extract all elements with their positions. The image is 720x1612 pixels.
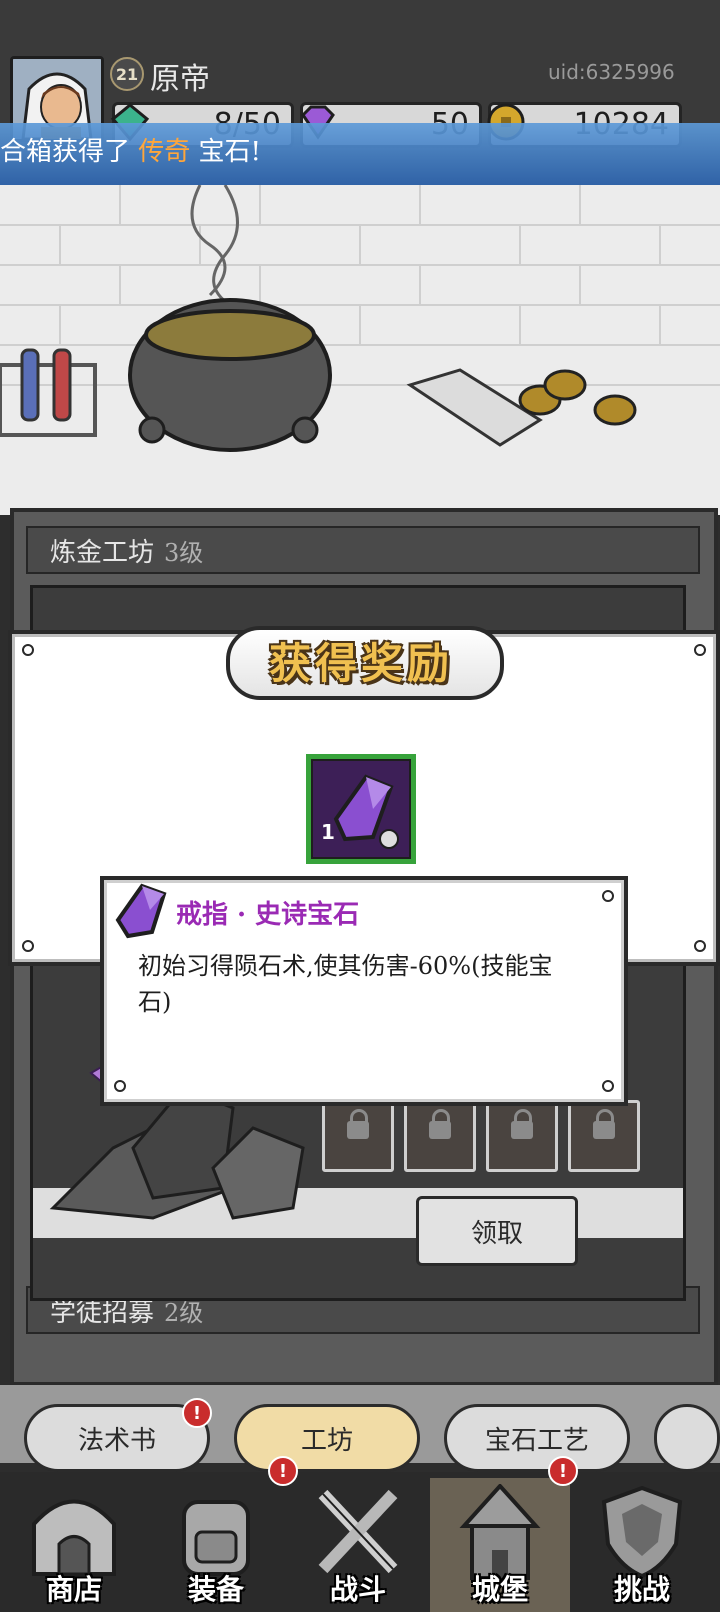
section-title-text: 学徒招募 xyxy=(50,1298,155,1328)
nav-label: 商店 xyxy=(45,1573,102,1606)
section-level: 2级 xyxy=(164,1299,204,1327)
section-level: 3级 xyxy=(164,539,204,567)
nav-label: 挑战 xyxy=(613,1573,670,1606)
lock-icon xyxy=(347,1109,369,1139)
tooltip-rivet xyxy=(602,1080,614,1092)
section-title-text: 炼金工坊 xyxy=(50,538,155,568)
epic-gem-icon xyxy=(115,883,167,939)
player-name: 原帝 xyxy=(150,62,210,97)
nav-label: 城堡 xyxy=(471,1573,528,1606)
lock-icon xyxy=(429,1109,451,1139)
banner-highlight: 传奇 xyxy=(138,137,191,167)
banner-prefix: 合箱获得了 xyxy=(0,137,139,167)
gem-slot-locked[interactable] xyxy=(404,1100,476,1172)
dialog-rivet xyxy=(694,940,706,952)
lock-icon xyxy=(593,1109,615,1139)
nav-castle[interactable]: 城堡 xyxy=(430,1478,570,1612)
lock-icon xyxy=(511,1109,533,1139)
gem-slot-locked[interactable] xyxy=(322,1100,394,1172)
dialog-rivet xyxy=(694,644,706,656)
tab-workshop[interactable]: 工坊 xyxy=(234,1404,420,1472)
reward-title: 获得奖励 xyxy=(268,639,453,688)
tab-spellbook-badge: ! xyxy=(182,1398,212,1428)
alchemy-scene xyxy=(0,185,720,515)
shop-hut-icon xyxy=(32,1499,116,1576)
purple-crystal-icon xyxy=(333,774,399,849)
dialog-rivet xyxy=(22,940,34,952)
dialog-rivet xyxy=(22,644,34,656)
reward-item-count: 1 xyxy=(321,820,335,844)
nav-shop[interactable]: 商店 xyxy=(4,1478,144,1612)
crossed-swords-icon xyxy=(318,1489,398,1574)
nav-label: 装备 xyxy=(187,1573,244,1606)
gem-slot-locked[interactable] xyxy=(486,1100,558,1172)
tooltip-title: 戒指 · 史诗宝石 xyxy=(176,900,360,930)
gem-slot-locked[interactable] xyxy=(568,1100,640,1172)
tab-more[interactable] xyxy=(654,1404,720,1472)
collect-button[interactable]: 领取 xyxy=(416,1196,578,1266)
tooltip-rivet xyxy=(114,1080,126,1092)
backpack-icon xyxy=(182,1500,250,1576)
banner-suffix: 宝石! xyxy=(190,137,261,167)
tooltip-description: 初始习得陨石术,使其伤害-60%(技能宝石) xyxy=(138,952,553,1016)
player-uid: uid:6325996 xyxy=(548,60,675,84)
nav-label: 战斗 xyxy=(329,1573,386,1606)
section-alchemy-header[interactable]: 炼金工坊 3级 xyxy=(26,526,700,574)
nav-battle[interactable]: 战斗 xyxy=(288,1478,428,1612)
tab-gem-craft[interactable]: 宝石工艺 xyxy=(444,1404,630,1472)
nav-equipment[interactable]: 装备 xyxy=(146,1478,286,1612)
tooltip-rivet xyxy=(602,890,614,902)
reward-item-card[interactable] xyxy=(306,754,416,864)
shield-emblem-icon xyxy=(601,1485,683,1579)
brick-wall-illustration xyxy=(0,185,720,515)
player-level-badge: 21 xyxy=(110,57,144,91)
section-alchemy-title: 炼金工坊 3级 xyxy=(50,532,203,569)
announcement-text: 合箱获得了 传奇 宝石! xyxy=(0,131,261,168)
nav-challenge[interactable]: 挑战 xyxy=(572,1478,712,1612)
castle-tower-icon xyxy=(459,1484,541,1580)
